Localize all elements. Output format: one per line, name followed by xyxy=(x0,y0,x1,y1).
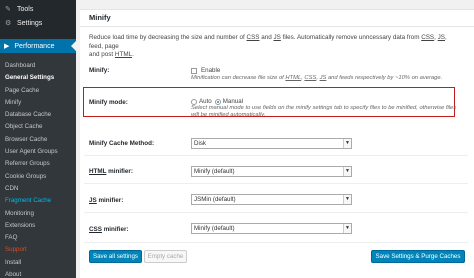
submenu-support[interactable]: Support xyxy=(0,244,76,256)
minify-settings-panel: Reduce load time by decreasing the size … xyxy=(80,27,474,278)
minify-description: Minification can decrease file size of H… xyxy=(191,75,443,81)
performance-icon: ▶ xyxy=(4,43,10,50)
save-settings-purge-caches-button[interactable]: Save Settings & Purge Caches xyxy=(371,250,465,263)
chevron-down-icon: ▼ xyxy=(343,139,351,148)
css-minifier-select[interactable]: Minify (default) ▼ xyxy=(191,223,352,234)
minify-enable-option[interactable]: Enable xyxy=(191,67,220,74)
submenu-browser-cache[interactable]: Browser Cache xyxy=(0,134,76,146)
submenu-user-agent-groups[interactable]: User Agent Groups xyxy=(0,146,76,158)
submenu-referrer-groups[interactable]: Referrer Groups xyxy=(0,158,76,170)
minify-enable-checkbox[interactable] xyxy=(191,67,197,74)
minify-mode-label: Minify mode: xyxy=(89,99,128,106)
submenu-fragment-cache[interactable]: Fragment Cache xyxy=(0,195,76,207)
settings-icon: ⚙ xyxy=(5,19,12,27)
sidebar-item-label: Tools xyxy=(17,5,34,13)
intro-text: Reduce load time by decreasing the size … xyxy=(89,34,447,58)
submenu-monitoring[interactable]: Monitoring xyxy=(0,208,76,220)
sidebar-item-settings[interactable]: ⚙ Settings xyxy=(0,16,76,30)
divider xyxy=(84,242,468,243)
minify-mode-description: Select manual mode to use fields on the … xyxy=(191,105,457,119)
js-minifier-select[interactable]: JSMin (default) ▼ xyxy=(191,194,352,205)
divider xyxy=(84,155,468,156)
cache-method-label: Minify Cache Method: xyxy=(89,140,155,147)
submenu-minify[interactable]: Minify xyxy=(0,97,76,109)
chevron-down-icon: ▼ xyxy=(343,195,351,204)
wrench-icon: ✎ xyxy=(5,5,11,13)
minify-mode-options: Auto Manual xyxy=(191,98,243,105)
empty-cache-button[interactable]: Empty cache xyxy=(144,250,187,263)
minify-label: Minify: xyxy=(89,67,110,74)
submenu-cookie-groups[interactable]: Cookie Groups xyxy=(0,171,76,183)
performance-submenu: Dashboard General Settings Page Cache Mi… xyxy=(0,53,76,278)
html-minifier-label: HTML minifier: xyxy=(89,168,133,175)
submenu-page-cache[interactable]: Page Cache xyxy=(0,85,76,97)
submenu-general-settings[interactable]: General Settings xyxy=(0,72,76,84)
chevron-down-icon: ▼ xyxy=(343,224,351,233)
sidebar-item-label: Performance xyxy=(14,42,55,50)
submenu-dashboard[interactable]: Dashboard xyxy=(0,60,76,72)
js-minifier-label: JS minifier: xyxy=(89,197,124,204)
sidebar-item-tools[interactable]: ✎ Tools xyxy=(0,2,76,16)
sidebar-item-label: Settings xyxy=(17,19,43,27)
mode-auto-label: Auto xyxy=(199,98,212,105)
divider xyxy=(84,212,468,213)
divider xyxy=(84,183,468,184)
submenu-extensions[interactable]: Extensions xyxy=(0,220,76,232)
mode-manual-label: Manual xyxy=(222,98,244,105)
chevron-down-icon: ▼ xyxy=(343,167,351,176)
submenu-database-cache[interactable]: Database Cache xyxy=(0,109,76,121)
cache-method-select[interactable]: Disk ▼ xyxy=(191,138,352,149)
submenu-install[interactable]: Install xyxy=(0,257,76,269)
submenu-cdn[interactable]: CDN xyxy=(0,183,76,195)
main-content: Minify Reduce load time by decreasing th… xyxy=(80,0,474,278)
mode-auto-radio[interactable] xyxy=(191,98,197,105)
panel-title: Minify xyxy=(80,9,474,27)
sidebar-item-performance[interactable]: ▶ Performance xyxy=(0,39,76,53)
save-all-settings-button[interactable]: Save all settings xyxy=(89,250,142,263)
submenu-about[interactable]: About xyxy=(0,269,76,278)
submenu-faq[interactable]: FAQ xyxy=(0,232,76,244)
mode-manual-radio[interactable] xyxy=(214,98,221,105)
current-menu-arrow xyxy=(71,41,76,51)
enable-label: Enable xyxy=(201,67,221,74)
css-minifier-label: CSS minifier: xyxy=(89,226,129,233)
html-minifier-select[interactable]: Minify (default) ▼ xyxy=(191,166,352,177)
submenu-object-cache[interactable]: Object Cache xyxy=(0,121,76,133)
